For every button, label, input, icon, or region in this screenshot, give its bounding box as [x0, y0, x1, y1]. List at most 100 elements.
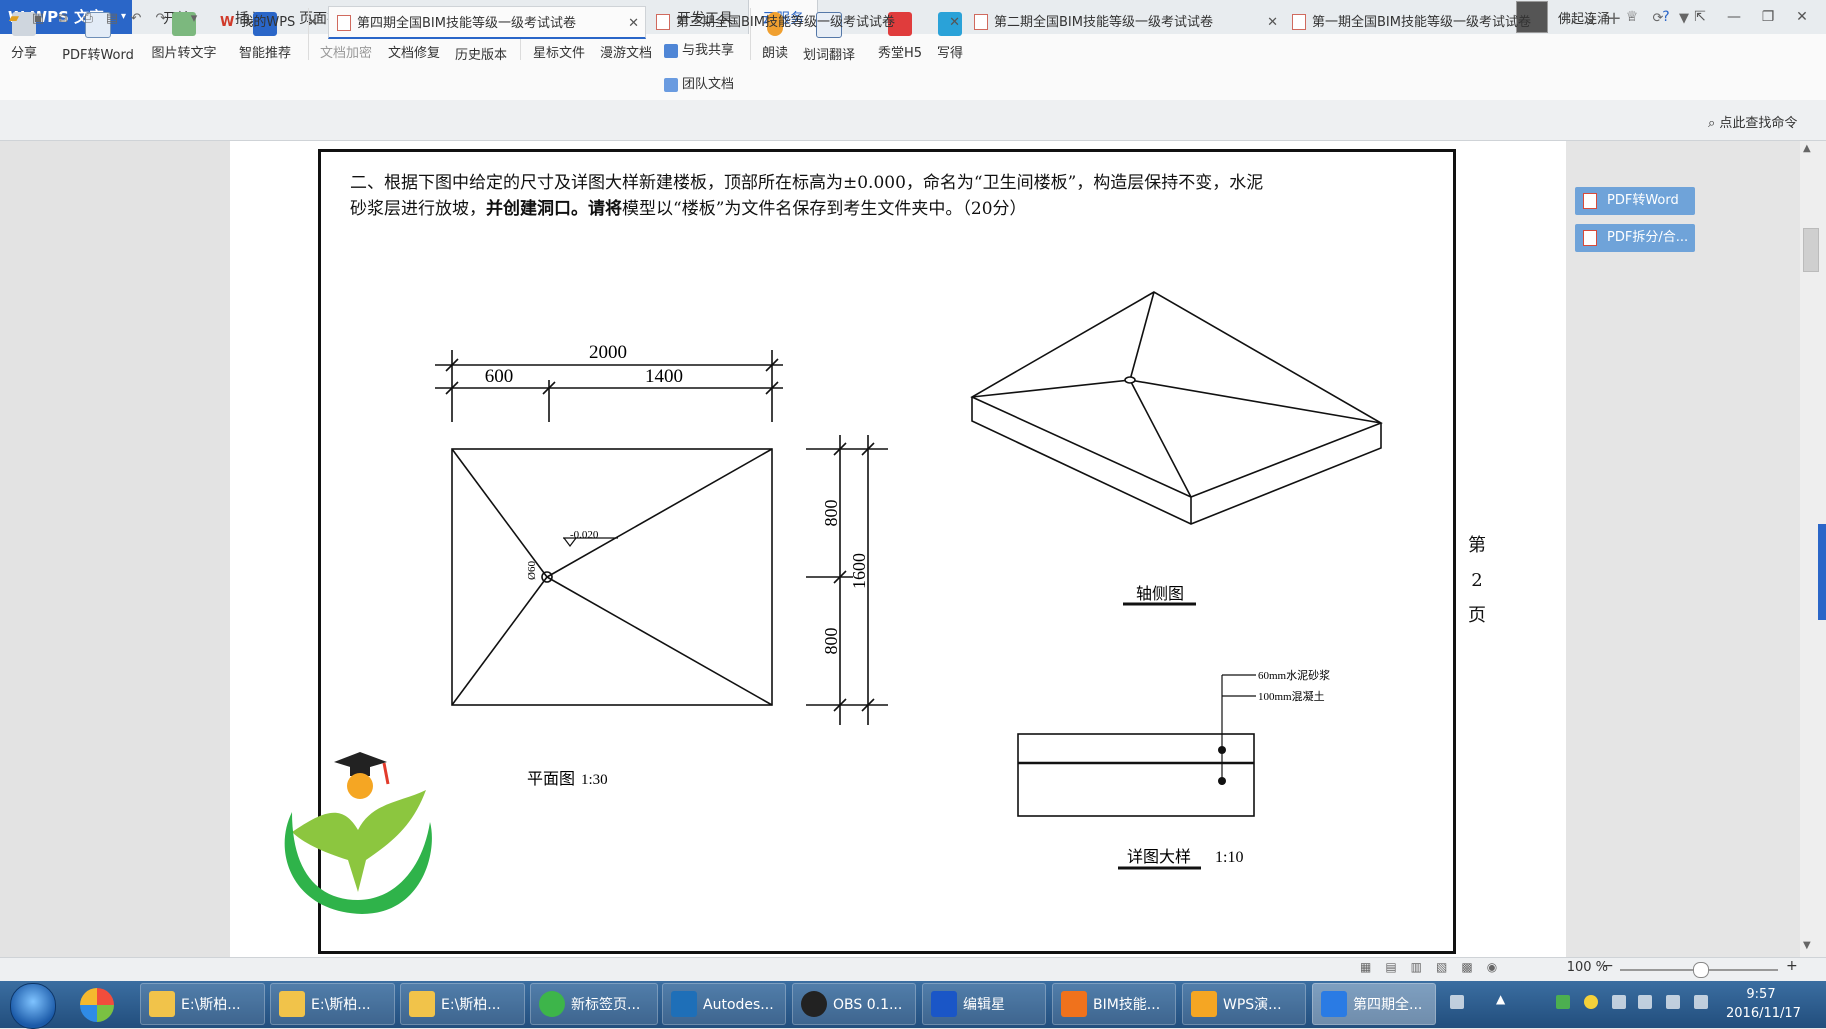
taskbar-browser[interactable]: 新标签页... [530, 983, 658, 1025]
write-label: 写得 [936, 46, 963, 61]
side-pdf-split-button[interactable]: PDF拆分/合... [1575, 224, 1695, 252]
detail-outline [1017, 733, 1255, 817]
close-icon[interactable]: ✕ [949, 6, 960, 39]
clock-date: 2016/11/17 [1726, 1006, 1801, 1021]
redo-icon[interactable]: ↷ [153, 11, 169, 27]
doc-repair-label: 文档修复 [387, 46, 440, 61]
layer-1-label: 60mm水泥砂浆 [1258, 668, 1330, 682]
tab-document[interactable]: 第一期全国BIM技能等级一级考试试卷 ✕ [1284, 6, 1602, 39]
tab-label: 第四期全国BIM技能等级一级考试试卷 [357, 16, 576, 31]
taskbar-explorer-3[interactable]: E:\斯柏... [400, 983, 525, 1025]
security-icon[interactable] [1584, 995, 1598, 1009]
taskbar-wps-writer[interactable]: 第四期全... [1312, 983, 1436, 1025]
close-icon[interactable]: ✕ [1585, 6, 1596, 39]
new-tab-icon[interactable]: + [1606, 10, 1622, 28]
taskbar-bim-ppt[interactable]: BIM技能... [1052, 983, 1176, 1025]
network-icon[interactable] [1666, 995, 1680, 1009]
taskbar-label: E:\斯柏... [311, 997, 371, 1013]
tab-my-wps[interactable]: W 我的WPS ✕ [212, 6, 324, 39]
view-mode-icons[interactable]: ▦▤▥▧▩◉ [1360, 960, 1511, 974]
plan-scale: 1:30 [581, 772, 608, 788]
shared-with-me-button[interactable]: 与我共享 [664, 40, 734, 62]
scroll-up-icon[interactable]: ▲ [1803, 143, 1811, 154]
minimize-icon[interactable]: — [1722, 9, 1746, 25]
zoom-in-icon[interactable]: + [1786, 958, 1798, 974]
tab-document[interactable]: 第二期全国BIM技能等级一级考试试卷 ✕ [966, 6, 1284, 39]
leader-dot [1218, 777, 1226, 785]
video-editor-icon [931, 991, 957, 1017]
nvidia-icon[interactable] [1556, 995, 1570, 1009]
save-as-icon[interactable]: ⧉ [55, 11, 71, 27]
translate-label: 划词翻译 [802, 48, 855, 63]
command-search[interactable]: ⌕ 点此查找命令 [1708, 112, 1797, 131]
layer-2-label: 100mm混凝土 [1258, 689, 1325, 703]
taskbar-label: WPS演... [1223, 997, 1282, 1013]
taskbar-label: OBS 0.1... [833, 997, 903, 1013]
clock-time: 9:57 [1746, 987, 1776, 1002]
question-part: 砂浆层进行放坡， [350, 199, 486, 219]
skin-icon[interactable]: ♕ [1620, 9, 1644, 25]
clock[interactable]: 9:57 2016/11/17 [1726, 985, 1801, 1023]
wps-presentation-icon [1191, 991, 1217, 1017]
page-indicator-char: 页 [1468, 605, 1486, 626]
document-icon [1292, 13, 1306, 30]
sync-icon[interactable]: ⟳ [1650, 11, 1666, 27]
document-icon [656, 13, 670, 30]
print-preview-icon[interactable]: ▤ [104, 11, 120, 27]
taskbar-wps-ppt[interactable]: WPS演... [1182, 983, 1306, 1025]
zoom-out-icon[interactable]: − [1602, 958, 1614, 974]
close-icon[interactable]: ✕ [1267, 6, 1278, 39]
share-label: 分享 [10, 46, 37, 61]
maximize-icon[interactable]: ❐ [1756, 9, 1780, 25]
pinned-app-icon[interactable] [80, 988, 114, 1022]
keyboard-icon[interactable] [1450, 995, 1464, 1009]
close-icon[interactable]: ✕ [1790, 9, 1814, 25]
show-h5-label: 秀堂H5 [877, 46, 923, 61]
scroll-down-icon[interactable]: ▼ [1803, 940, 1811, 951]
undo-icon[interactable]: ↶ [128, 11, 144, 27]
side-pdf-to-word-button[interactable]: PDF转Word [1575, 187, 1695, 215]
shared-with-me-label: 与我共享 [682, 43, 735, 58]
taskbar-autodesk[interactable]: Autodes... [662, 983, 786, 1025]
wps-writer-icon [1321, 991, 1347, 1017]
close-icon[interactable]: ✕ [628, 7, 639, 40]
folder-icon [279, 991, 305, 1017]
question-line-2: 砂浆层进行放坡，并创建洞口。请将模型以“楼板”为文件名保存到考生文件夹中。（20… [350, 196, 1410, 222]
team-docs-button[interactable]: 团队文档 [664, 74, 734, 96]
show-hidden-icons[interactable]: ▲ [1496, 992, 1505, 1006]
bookmark-icon[interactable]: ▼ [1676, 11, 1692, 27]
question-text[interactable]: 二、根据下图中给定的尺寸及详图大样新建楼板，顶部所在标高为±0.000，命名为“… [350, 170, 1410, 222]
taskbar-obs[interactable]: OBS 0.1... [792, 983, 916, 1025]
bluetooth-icon[interactable] [1612, 995, 1626, 1009]
dim-right-label: 1400 [645, 366, 683, 387]
question-part: 模型以“楼板”为文件名保存到考生文件夹中。（20分） [622, 199, 1027, 219]
taskbar-label: Autodes... [703, 997, 774, 1013]
panel-toggle-handle[interactable] [1818, 524, 1826, 620]
command-search-label: 点此查找命令 [1719, 116, 1798, 131]
taskbar-explorer-1[interactable]: E:\斯柏... [140, 983, 265, 1025]
scrollbar-thumb[interactable] [1803, 228, 1819, 272]
taskbar-editor[interactable]: 编辑星 [922, 983, 1046, 1025]
taskbar-explorer-2[interactable]: E:\斯柏... [270, 983, 395, 1025]
presentation-icon [1061, 991, 1087, 1017]
customize-dropdown-icon[interactable]: ▾ [186, 11, 202, 27]
open-folder-icon[interactable]: ▰ [6, 11, 22, 27]
pdf-icon [1583, 230, 1597, 246]
tab-document-active[interactable]: 第四期全国BIM技能等级一级考试试卷 ✕ [328, 6, 646, 39]
zoom-slider-handle[interactable] [1693, 962, 1709, 978]
tab-document[interactable]: 第三期全国BIM技能等级一级考试试卷 ✕ [648, 6, 966, 39]
tab-label: 我的WPS [240, 15, 296, 30]
team-docs-label: 团队文档 [682, 77, 735, 92]
close-icon[interactable]: ✕ [307, 6, 318, 39]
print-icon[interactable]: ⎙ [80, 11, 96, 27]
save-icon[interactable]: ▣ [30, 11, 46, 27]
power-icon[interactable] [1638, 995, 1652, 1009]
hole-label: Ø60 [526, 561, 538, 580]
document-tab-bar [0, 100, 1826, 141]
question-bold-part: 并创建洞口。请将 [486, 199, 622, 219]
start-button[interactable] [10, 983, 56, 1029]
dim-v2-label: 800 [821, 628, 841, 655]
watermark-logo [284, 752, 432, 914]
volume-icon[interactable] [1694, 995, 1708, 1009]
folder-icon [409, 991, 435, 1017]
